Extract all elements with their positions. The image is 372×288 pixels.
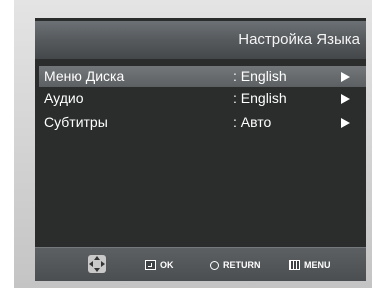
menu-item-value: : Авто (233, 114, 272, 130)
menu-item-value: : English (233, 68, 287, 84)
triangle-right-icon (341, 94, 350, 104)
menu-item-audio[interactable]: Аудио : English (39, 88, 366, 109)
ok-label: OK (160, 260, 174, 270)
dpad-icon (88, 255, 106, 273)
triangle-right-icon (341, 72, 350, 82)
osd-screen: Настройка Языка Меню Диска : English Ауд… (35, 18, 366, 281)
menu-item-label: Меню Диска (44, 68, 125, 84)
menu-item-label: Аудио (44, 90, 84, 106)
menu-item-subtitles[interactable]: Субтитры : Авто (39, 112, 366, 133)
menu-item-disc-menu[interactable]: Меню Диска : English (39, 66, 366, 87)
triangle-right-icon (341, 118, 350, 128)
menu-item-label: Субтитры (44, 114, 108, 130)
ok-hint: OK (145, 248, 174, 281)
return-hint: RETURN (210, 248, 261, 281)
return-icon (210, 260, 219, 270)
title-bar: Настройка Языка (35, 21, 366, 59)
page-title: Настройка Языка (238, 31, 360, 48)
enter-icon (145, 260, 156, 270)
menu-icon (289, 260, 300, 270)
return-label: RETURN (223, 260, 261, 270)
menu-hint: MENU (289, 248, 331, 281)
menu-item-value: : English (233, 90, 287, 106)
button-guide-bar: OK RETURN MENU (35, 247, 366, 281)
menu-label: MENU (304, 260, 331, 270)
